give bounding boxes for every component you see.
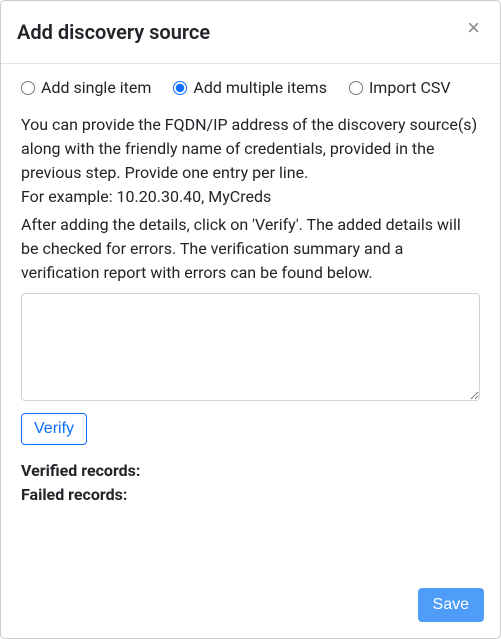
modal-body: Add single item Add multiple items Impor… bbox=[1, 64, 500, 576]
add-discovery-source-modal: Add discovery source × Add single item A… bbox=[0, 0, 501, 639]
modal-title: Add discovery source bbox=[17, 17, 210, 47]
radio-single-input[interactable] bbox=[21, 81, 35, 95]
close-button[interactable]: × bbox=[463, 17, 484, 39]
instructions-block-1: You can provide the FQDN/IP address of t… bbox=[21, 113, 480, 209]
mode-radio-group: Add single item Add multiple items Impor… bbox=[21, 78, 480, 97]
radio-single-label[interactable]: Add single item bbox=[41, 78, 151, 97]
entries-textarea[interactable] bbox=[21, 293, 480, 401]
radio-single-item[interactable]: Add single item bbox=[21, 78, 151, 97]
instructions-example: For example: 10.20.30.40, MyCreds bbox=[21, 187, 271, 206]
save-button[interactable]: Save bbox=[418, 588, 484, 622]
instructions-text-1: You can provide the FQDN/IP address of t… bbox=[21, 115, 477, 182]
radio-multiple-label[interactable]: Add multiple items bbox=[193, 78, 327, 97]
radio-import-csv[interactable]: Import CSV bbox=[349, 78, 451, 97]
radio-multiple-items[interactable]: Add multiple items bbox=[173, 78, 327, 97]
modal-footer: Save bbox=[1, 576, 500, 638]
instructions-block-2: After adding the details, click on 'Veri… bbox=[21, 213, 480, 285]
failed-records-label: Failed records: bbox=[21, 483, 480, 507]
radio-import-label[interactable]: Import CSV bbox=[369, 78, 451, 97]
verify-button[interactable]: Verify bbox=[21, 413, 87, 445]
verified-records-label: Verified records: bbox=[21, 459, 480, 483]
modal-header: Add discovery source × bbox=[1, 1, 500, 64]
radio-multiple-input[interactable] bbox=[173, 81, 187, 95]
radio-import-input[interactable] bbox=[349, 81, 363, 95]
